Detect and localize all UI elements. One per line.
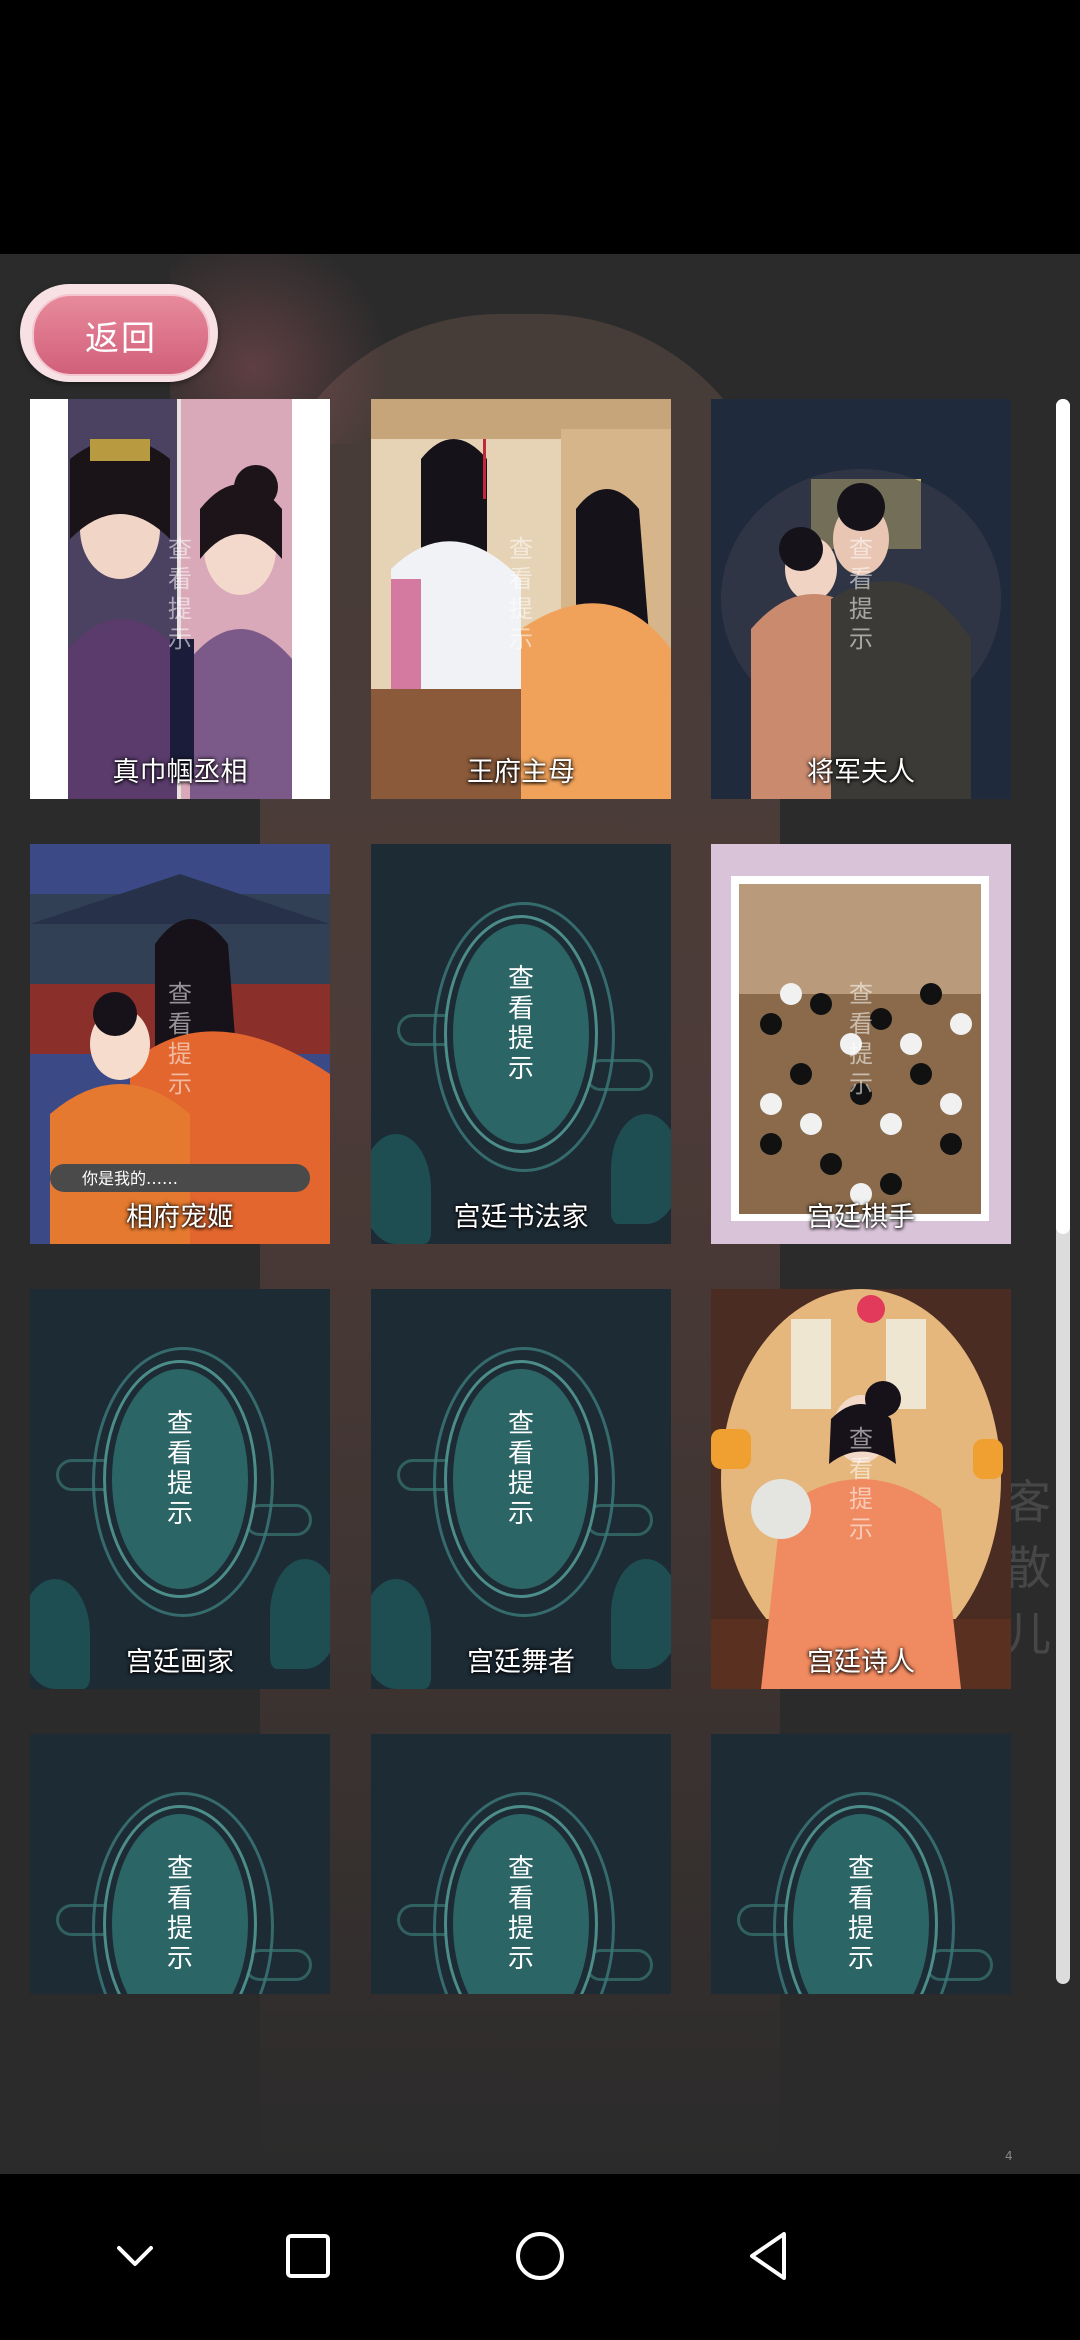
card-1-title: 真巾帼丞相: [112, 757, 248, 788]
card-7[interactable]: 查看提示 宫廷画家: [30, 1289, 330, 1689]
status-area: [0, 0, 1080, 254]
card-12-hint: 查看提示: [847, 1854, 874, 1974]
page-number: 4: [1005, 2149, 1013, 2163]
card-4-caption: 你是我的……: [82, 1169, 178, 1188]
card-7-hint: 查看提示: [166, 1409, 193, 1529]
card-9-title: 宫廷诗人: [807, 1647, 915, 1678]
card-8[interactable]: 查看提示 宫廷舞者: [371, 1289, 671, 1689]
card-grid: 查看提示 真巾帼丞相 查看提示 王府主母 查 看 提 示 将军夫人 你是我的………: [0, 254, 1080, 1994]
gallery-screen: 客 散 儿 返回 查看提示 真巾帼丞相 查 看 提 示 王府主母 查 看 提 示…: [0, 254, 1080, 2174]
card-5[interactable]: 查看提示 宫廷书法家: [371, 844, 671, 1244]
card-2[interactable]: 查看提示 王府主母: [371, 399, 671, 799]
card-6-title: 宫廷棋手: [807, 1202, 915, 1233]
card-1-hint: 查看提示: [168, 535, 192, 653]
card-9[interactable]: 查看提示 宫廷诗人: [711, 1289, 1011, 1689]
card-9-hint: 查看提示: [849, 1425, 873, 1543]
card-3-title: 将军夫人: [807, 757, 915, 788]
card-4-hint: 查看提示: [168, 980, 192, 1098]
scrollbar[interactable]: [1056, 399, 1070, 1984]
card-11-hint: 查看提示: [507, 1854, 534, 1974]
card-7-title: 宫廷画家: [126, 1647, 234, 1678]
card-5-hint: 查看提示: [507, 964, 534, 1084]
card-5-title: 宫廷书法家: [453, 1202, 589, 1233]
card-3[interactable]: 查看提示 将军夫人: [711, 399, 1011, 799]
recent-apps-icon[interactable]: [278, 2226, 338, 2286]
card-10[interactable]: 查看提示: [30, 1734, 330, 1994]
card-8-title: 宫廷舞者: [467, 1647, 575, 1678]
back-icon[interactable]: [740, 2226, 800, 2286]
card-3-hint: 查看提示: [849, 535, 873, 653]
card-2-title: 王府主母: [467, 757, 575, 788]
card-4[interactable]: 你是我的…… 查看提示 相府宠姬: [30, 844, 330, 1244]
card-10-hint: 查看提示: [166, 1854, 193, 1974]
chevron-down-icon[interactable]: [105, 2226, 165, 2286]
card-6-hint: 查看提示: [849, 980, 873, 1098]
card-1[interactable]: 查看提示 真巾帼丞相: [30, 399, 330, 799]
scrollbar-thumb[interactable]: [1056, 399, 1070, 1234]
card-11[interactable]: 查看提示: [371, 1734, 671, 1994]
card-8-hint: 查看提示: [507, 1409, 534, 1529]
card-12[interactable]: 查看提示: [711, 1734, 1011, 1994]
card-6[interactable]: 查看提示 宫廷棋手: [711, 844, 1011, 1244]
home-icon[interactable]: [510, 2226, 570, 2286]
card-4-title: 相府宠姬: [126, 1202, 234, 1233]
system-nav-bar: [0, 2174, 1080, 2340]
card-2-hint: 查看提示: [509, 535, 533, 653]
